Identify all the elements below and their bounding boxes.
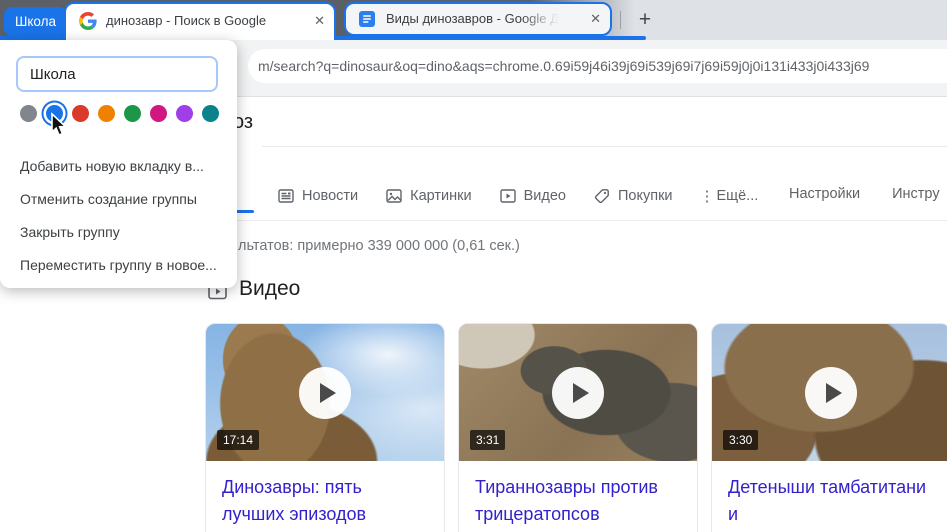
group-name-input[interactable] [16, 56, 218, 92]
tab-separator [620, 11, 621, 29]
video-card: 17:14 Динозавры: пять лучших эпизодов [205, 323, 445, 532]
color-swatch-orange[interactable] [98, 105, 115, 122]
color-swatch-cyan[interactable] [202, 105, 219, 122]
video-card: 3:31 Тираннозавры против трицератопсов [458, 323, 698, 532]
menu-item-close-group[interactable]: Закрыть группу [0, 216, 237, 249]
color-swatch-red[interactable] [72, 105, 89, 122]
nav-tab-videos[interactable]: Видео [499, 187, 566, 205]
shopping-icon [593, 187, 611, 205]
group-menu-items: Добавить новую вкладку в... Отменить соз… [0, 150, 237, 282]
search-box-bottom-edge [262, 146, 947, 147]
nav-tab-more[interactable]: ⋮ Ещё... [700, 187, 759, 205]
tab-strip: Школа динозавр - Поиск в Google ✕ [0, 0, 947, 40]
video-duration-badge: 3:31 [470, 430, 505, 450]
google-g-icon [79, 12, 97, 30]
address-bar-url: m/search?q=dinosaur&oq=dino&aqs=chrome.0… [248, 49, 947, 83]
nav-label: Картинки [410, 188, 471, 204]
tab-title: динозавр - Поиск в Google [106, 4, 296, 38]
nav-settings[interactable]: Настройки [789, 186, 860, 202]
tab-group-menu: Добавить новую вкладку в... Отменить соз… [0, 40, 237, 288]
video-duration-badge: 17:14 [217, 430, 259, 450]
videos-icon [499, 187, 517, 205]
color-swatch-green[interactable] [124, 105, 141, 122]
tab-google-docs[interactable]: Виды динозавров - Google Док ✕ [344, 2, 612, 36]
color-swatch-grey[interactable] [20, 105, 37, 122]
video-title-link[interactable]: Тираннозавры против трицератопсов [459, 461, 697, 528]
menu-item-move-group[interactable]: Переместить группу в новое... [0, 249, 237, 282]
tab-group-chip[interactable]: Школа [4, 7, 67, 36]
video-title-link[interactable]: Динозавры: пять лучших эпизодов [206, 461, 444, 528]
video-card: 3:30 Детеныши тамбатитани и [711, 323, 947, 532]
video-thumbnail[interactable]: 3:30 [712, 324, 947, 461]
menu-item-add-new-tab[interactable]: Добавить новую вкладку в... [0, 150, 237, 183]
nav-label: Ещё... [717, 188, 759, 204]
nav-label: Покупки [618, 188, 673, 204]
nav-tools[interactable]: Инстру [892, 186, 939, 202]
video-section-title: Видео [239, 277, 300, 301]
tab-close-icon[interactable]: ✕ [590, 4, 601, 34]
play-icon [805, 367, 857, 419]
nav-label: Новости [302, 188, 358, 204]
results-nav-right: Настройки Инстру [789, 186, 940, 202]
news-icon [277, 187, 295, 205]
google-docs-icon [359, 11, 375, 27]
tab-close-icon[interactable]: ✕ [314, 4, 325, 38]
color-swatch-pink[interactable] [150, 105, 167, 122]
result-stats: льтатов: примерно 339 000 000 (0,61 сек.… [238, 238, 520, 254]
video-thumbnail[interactable]: 17:14 [206, 324, 444, 461]
tab-title: Виды динозавров - Google Док [386, 4, 566, 34]
browser-window: оз ll Новости [0, 0, 947, 532]
nav-tab-shopping[interactable]: Покупки [593, 187, 673, 205]
results-nav: Новости Картинки [277, 183, 758, 209]
new-tab-button[interactable]: + [632, 6, 658, 34]
video-title-link[interactable]: Детеныши тамбатитани и [712, 461, 947, 528]
nav-tab-images[interactable]: Картинки [385, 187, 471, 205]
tab-google-search[interactable]: динозавр - Поиск в Google ✕ [64, 2, 336, 40]
nav-label: Видео [524, 188, 566, 204]
video-thumbnail[interactable]: 3:31 [459, 324, 697, 461]
more-icon: ⋮ [700, 187, 710, 205]
images-icon [385, 187, 403, 205]
mouse-cursor-icon [47, 112, 69, 143]
video-cards: 17:14 Динозавры: пять лучших эпизодов 3:… [205, 323, 947, 532]
video-duration-badge: 3:30 [723, 430, 758, 450]
address-bar[interactable]: m/search?q=dinosaur&oq=dino&aqs=chrome.0… [248, 49, 947, 83]
menu-item-ungroup[interactable]: Отменить создание группы [0, 183, 237, 216]
play-icon [552, 367, 604, 419]
play-icon [299, 367, 351, 419]
color-swatch-purple[interactable] [176, 105, 193, 122]
nav-tab-news[interactable]: Новости [277, 187, 358, 205]
